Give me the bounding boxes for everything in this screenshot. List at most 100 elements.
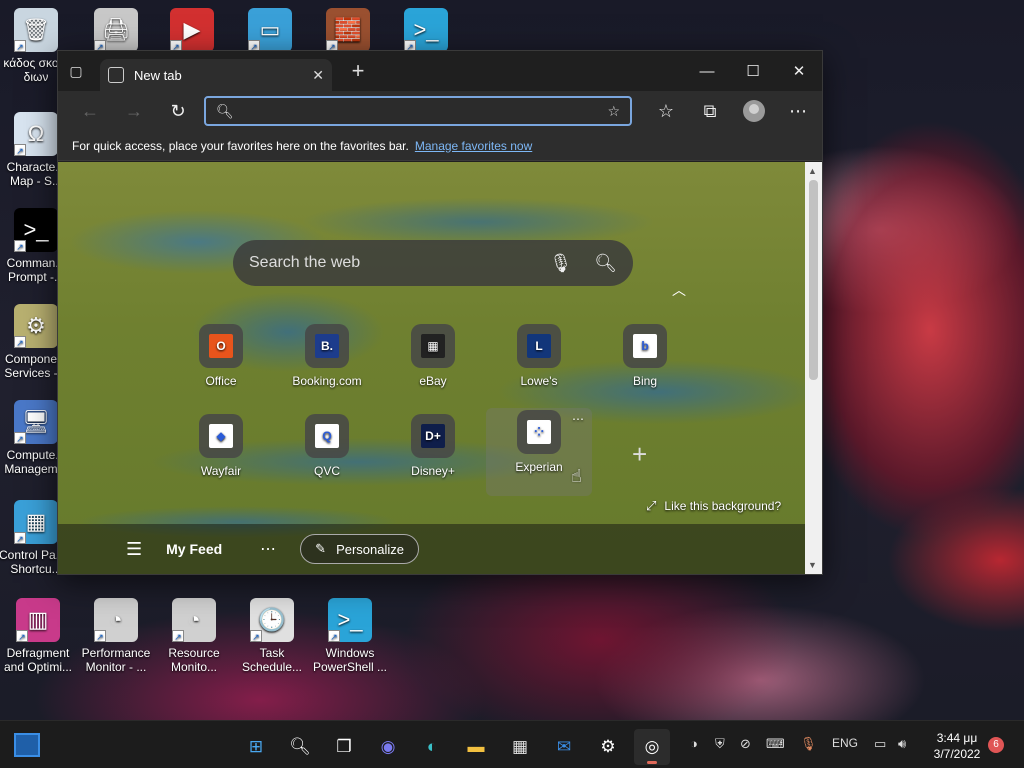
hand-cursor-icon: ☝ xyxy=(571,466,582,486)
desktop-icon[interactable]: ▶ ↗ xyxy=(152,8,232,56)
quick-link-tile[interactable]: D+ Disney+ xyxy=(388,412,478,492)
quick-link-icon-box: O xyxy=(199,324,243,368)
defragment-icon: ▥ ↗ xyxy=(16,598,60,642)
address-bar[interactable]: 🔍︎ ☆ xyxy=(204,96,632,126)
tile-more-options-icon[interactable]: ⋯ xyxy=(572,412,584,426)
tray-app-icon[interactable]: ◑ xyxy=(690,736,698,751)
search-icon[interactable]: 🔍︎ xyxy=(594,253,617,274)
scroll-up-icon[interactable]: ▲ xyxy=(808,166,817,176)
microphone-icon[interactable]: 🎙︎ xyxy=(549,253,572,274)
like-background-text: Like this background? xyxy=(664,499,782,513)
collections-button[interactable]: ⧉ xyxy=(688,95,732,127)
like-background-link[interactable]: ⤢ Like this background? xyxy=(646,498,781,514)
quick-link-label: Disney+ xyxy=(411,464,455,478)
tab-title: New tab xyxy=(134,67,182,83)
close-tab-icon[interactable]: ✕ xyxy=(312,67,324,84)
shortcut-arrow-icon: ↗ xyxy=(94,630,106,642)
desktop-icon[interactable]: 🧱 ↗ xyxy=(308,8,388,56)
maximize-button[interactable]: ☐ xyxy=(730,51,776,91)
shortcut-arrow-icon: ↗ xyxy=(250,630,262,642)
mail-icon[interactable]: ✉ xyxy=(546,729,582,765)
site-logo-icon: ⁘ xyxy=(527,420,551,444)
manage-favorites-link[interactable]: Manage favorites now xyxy=(415,139,532,153)
component-services-icon: ⚙ ↗ xyxy=(14,304,58,348)
desktop-icon[interactable]: ◔ ↗ Performance Monitor - ... xyxy=(76,598,156,674)
chat-icon[interactable]: ◉ xyxy=(370,729,406,765)
my-feed-tab[interactable]: My Feed xyxy=(166,541,222,557)
close-window-button[interactable]: ✕ xyxy=(776,51,822,91)
scroll-down-icon[interactable]: ▼ xyxy=(808,560,817,570)
desktop-icon[interactable]: ▥ ↗ Defragment and Optimi... xyxy=(0,598,78,674)
command-prompt-icon: >_ ↗ xyxy=(14,208,58,252)
settings-gear-icon[interactable]: ⚙ xyxy=(590,729,626,765)
clock[interactable]: 3:44 μμ 3/7/2022 xyxy=(928,730,986,762)
tab-new-tab[interactable]: New tab ✕ xyxy=(100,59,332,91)
tab-actions-button[interactable]: ▢ xyxy=(58,51,94,91)
more-options-icon[interactable]: ⋯ xyxy=(260,539,276,559)
personalize-button[interactable]: ✎ Personalize xyxy=(300,534,419,564)
favorites-button[interactable]: ☆ xyxy=(644,95,688,127)
desktop-icon[interactable]: >_ ↗ xyxy=(386,8,466,56)
new-tab-button[interactable]: + xyxy=(344,58,372,84)
chevron-up-icon[interactable]: ︿ xyxy=(672,280,686,300)
quick-link-icon-box: D+ xyxy=(411,414,455,458)
settings-more-button[interactable]: ⋯ xyxy=(776,95,820,127)
language-indicator[interactable]: ENG xyxy=(832,736,858,750)
windows-logo-icon[interactable] xyxy=(14,733,40,757)
computer-management-icon: 🖥 ↗ xyxy=(14,400,58,444)
desktop-icon[interactable]: 🕒 ↗ Task Schedule... xyxy=(232,598,312,674)
quick-link-tile[interactable]: ▦ eBay xyxy=(388,322,478,402)
quick-link-label: Bing xyxy=(632,374,658,388)
edge-icon[interactable]: ◐ xyxy=(414,729,450,765)
hamburger-menu-icon[interactable]: ☰ xyxy=(126,539,142,560)
shortcut-arrow-icon: ↗ xyxy=(14,336,26,348)
camera-off-icon[interactable]: ⊘ xyxy=(740,736,751,752)
start-button[interactable]: ⊞ xyxy=(238,729,274,765)
notification-badge[interactable]: 6 xyxy=(988,737,1004,753)
file-explorer-icon[interactable]: ▬ xyxy=(458,729,494,765)
printer-icon: 🖨 ↗ xyxy=(94,8,138,52)
defender-shield-icon[interactable]: ⛨ xyxy=(715,736,725,752)
microphone-icon[interactable]: 🎙︎ xyxy=(800,736,817,752)
back-button[interactable]: ← xyxy=(68,95,112,127)
add-favorite-icon[interactable]: ☆ xyxy=(607,103,620,120)
refresh-button[interactable]: ↻ xyxy=(156,95,200,127)
site-logo-icon: O xyxy=(209,334,233,358)
profile-button[interactable] xyxy=(732,95,776,127)
add-site-button[interactable]: + xyxy=(632,439,647,470)
volume-icon[interactable]: 🔊︎ xyxy=(898,736,906,752)
edge-browser-window: ▢ New tab ✕ + — ☐ ✕ ← → ↻ 🔍︎ ☆ ☆ ⧉ ⋯ For… xyxy=(57,50,823,575)
web-search-box[interactable]: Search the web 🎙︎ 🔍︎ xyxy=(233,240,633,286)
quick-link-icon-box: ⁘ xyxy=(517,410,561,454)
search-icon[interactable]: 🔍︎ xyxy=(282,729,318,765)
desktop-icon[interactable]: >_ ↗ Windows PowerShell ... xyxy=(310,598,390,674)
shortcut-arrow-icon: ↗ xyxy=(16,630,28,642)
scrollbar-thumb[interactable] xyxy=(809,180,818,380)
quick-link-tile[interactable]: b Bing xyxy=(600,322,690,402)
personalize-label: Personalize xyxy=(336,541,404,557)
desktop-icon[interactable]: ◔ ↗ Resource Monito... xyxy=(154,598,234,674)
expand-icon: ⤢ xyxy=(646,498,657,513)
microsoft-store-icon[interactable]: ▦ xyxy=(502,729,538,765)
desktop-icon[interactable]: ▭ ↗ xyxy=(230,8,310,56)
forward-button[interactable]: → xyxy=(112,95,156,127)
keyboard-icon[interactable]: ⌨ xyxy=(766,736,785,752)
performance-monitor-icon: ◔ ↗ xyxy=(94,598,138,642)
minimize-button[interactable]: — xyxy=(684,51,730,91)
shortcut-arrow-icon: ↗ xyxy=(14,240,26,252)
shortcut-arrow-icon: ↗ xyxy=(14,40,26,52)
quick-link-tile[interactable]: ◆ Wayfair xyxy=(176,412,266,492)
network-icon[interactable]: ▭ xyxy=(874,736,886,752)
quick-link-tile[interactable]: O Office xyxy=(176,322,266,402)
quick-link-tile[interactable]: L Lowe's xyxy=(494,322,584,402)
desktop-icon[interactable]: 🖨 ↗ xyxy=(76,8,156,56)
address-input[interactable] xyxy=(243,103,608,119)
quick-link-tile[interactable]: Q QVC xyxy=(282,412,372,492)
task-view-icon[interactable]: ❐ xyxy=(326,729,362,765)
quick-link-icon-box: L xyxy=(517,324,561,368)
title-bar: ▢ New tab ✕ + — ☐ ✕ xyxy=(58,51,822,91)
quick-link-label: Lowe's xyxy=(520,374,558,388)
page-scrollbar[interactable]: ▲ ▼ xyxy=(805,162,822,574)
quick-link-tile[interactable]: B. Booking.com xyxy=(282,322,372,402)
obs-icon[interactable]: ◎ xyxy=(634,729,670,765)
